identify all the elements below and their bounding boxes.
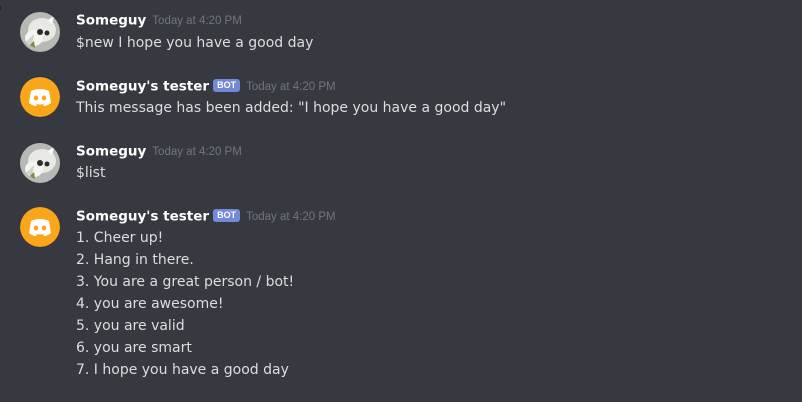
list-item: 5. you are valid (76, 318, 185, 334)
message-list: 1. Cheer up! 2. Hang in there. 3. You ar… (76, 227, 294, 381)
list-item: 3. You are a great person / bot! (76, 274, 295, 290)
message-header: Someguy Today at 4:20 PM (76, 10, 242, 30)
message-text: $new I hope you have a good day (76, 35, 314, 51)
message-text: $list (76, 165, 106, 181)
timestamp: Today at 4:20 PM (246, 210, 336, 223)
username[interactable]: Someguy's tester (76, 209, 209, 225)
window-edge-divider (0, 6, 1, 10)
message-text: This message has been added: "I hope you… (76, 100, 507, 116)
username[interactable]: Someguy (76, 144, 146, 160)
timestamp: Today at 4:20 PM (246, 80, 336, 93)
username[interactable]: Someguy (76, 13, 146, 29)
discord-logo-icon (20, 207, 60, 247)
user-avatar[interactable] (20, 12, 60, 52)
list-item: 1. Cheer up! (76, 230, 164, 246)
username[interactable]: Someguy's tester (76, 79, 209, 95)
timestamp: Today at 4:20 PM (152, 14, 242, 27)
discord-logo-icon (20, 77, 60, 117)
chat-messages: Someguy Today at 4:20 PM $new I hope you … (0, 0, 802, 402)
message-header: Someguy Today at 4:20 PM (76, 141, 242, 161)
message-header: Someguy's tester BOT Today at 4:20 PM (76, 206, 336, 226)
bot-tag: BOT (213, 209, 241, 222)
user-avatar[interactable] (20, 143, 60, 183)
message-header: Someguy's tester BOT Today at 4:20 PM (76, 76, 336, 96)
list-item: 4. you are awesome! (76, 296, 224, 312)
list-item: 7. I hope you have a good day (76, 362, 289, 378)
list-item: 2. Hang in there. (76, 252, 194, 268)
bot-avatar[interactable] (20, 207, 60, 247)
timestamp: Today at 4:20 PM (152, 145, 242, 158)
bot-tag: BOT (213, 79, 241, 92)
bot-avatar[interactable] (20, 77, 60, 117)
list-item: 6. you are smart (76, 340, 192, 356)
